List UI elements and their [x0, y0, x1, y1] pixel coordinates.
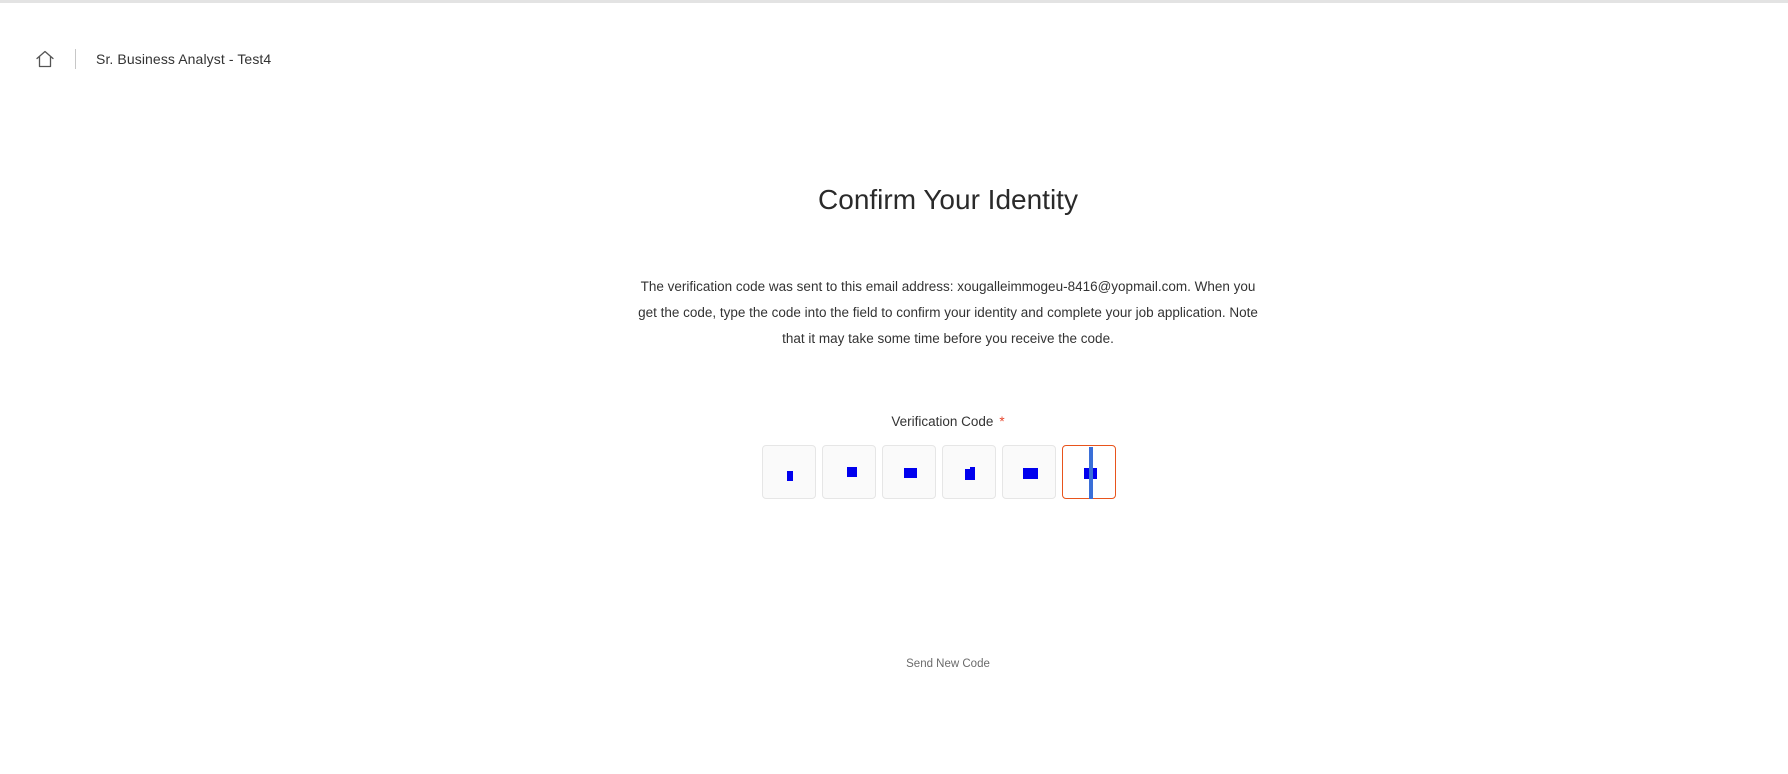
- redaction-mark: [847, 467, 857, 477]
- redaction-mark: [787, 471, 793, 481]
- text-caret: [1089, 447, 1093, 499]
- verification-code-inputs: [762, 445, 1116, 499]
- verification-code-label: Verification Code: [891, 414, 994, 429]
- job-title: Sr. Business Analyst - Test4: [96, 51, 272, 67]
- home-button[interactable]: [34, 48, 56, 70]
- code-digit-5[interactable]: [1002, 445, 1056, 499]
- verification-code-label-row: Verification Code *: [0, 414, 1788, 429]
- code-digit-2[interactable]: [822, 445, 876, 499]
- page-title: Confirm Your Identity: [818, 184, 1078, 215]
- top-divider: [0, 0, 1788, 3]
- code-digit-6[interactable]: [1062, 445, 1116, 499]
- home-icon: [36, 50, 54, 68]
- send-new-code-link[interactable]: Send New Code: [0, 658, 1788, 670]
- redaction-mark: [1023, 468, 1038, 479]
- breadcrumb: Sr. Business Analyst - Test4: [34, 46, 271, 72]
- page: Sr. Business Analyst - Test4 Confirm You…: [0, 0, 1788, 774]
- code-digit-3[interactable]: [882, 445, 936, 499]
- verification-instructions: The verification code was sent to this e…: [638, 279, 1258, 346]
- breadcrumb-separator: [75, 49, 76, 69]
- redaction-mark: [904, 468, 917, 478]
- redaction-mark: [970, 467, 975, 471]
- code-digit-4[interactable]: [942, 445, 996, 499]
- code-digit-1[interactable]: [762, 445, 816, 499]
- required-asterisk: *: [999, 414, 1005, 429]
